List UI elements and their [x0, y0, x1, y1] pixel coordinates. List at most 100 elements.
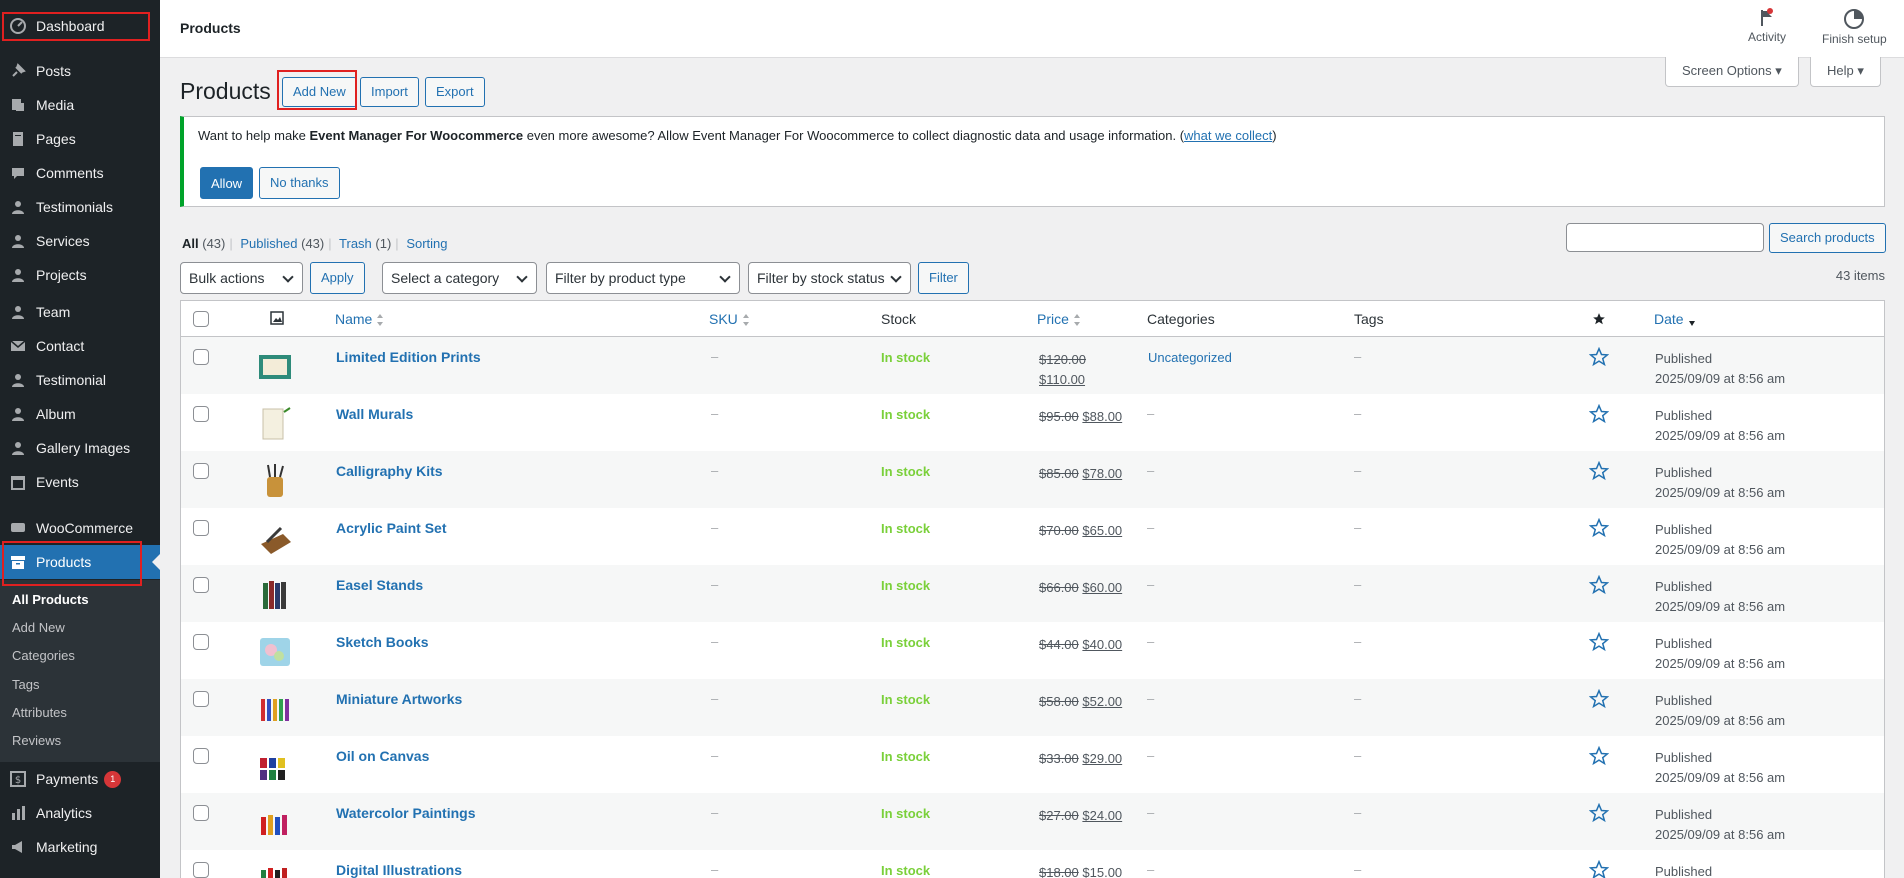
product-name-link[interactable]: Sketch Books: [336, 634, 429, 650]
product-thumbnail[interactable]: [257, 406, 293, 442]
menu-payments[interactable]: $ Payments 1: [0, 762, 160, 796]
menu-contact[interactable]: Contact: [0, 329, 160, 363]
column-sku[interactable]: SKU: [709, 311, 750, 327]
row-checkbox[interactable]: [193, 577, 209, 593]
column-name[interactable]: Name: [335, 311, 384, 327]
menu-gallery-images[interactable]: Gallery Images: [0, 431, 160, 465]
product-thumbnail[interactable]: [257, 748, 293, 784]
add-new-button[interactable]: Add New: [282, 77, 357, 107]
featured-star-icon[interactable]: [1589, 689, 1609, 709]
product-thumbnail[interactable]: [257, 691, 293, 727]
featured-star-icon[interactable]: [1589, 803, 1609, 823]
menu-label: Contact: [36, 338, 85, 354]
bulk-actions-select[interactable]: Bulk actions: [180, 262, 303, 294]
product-thumbnail[interactable]: [257, 577, 293, 613]
row-checkbox[interactable]: [193, 463, 209, 479]
featured-star-icon[interactable]: [1589, 518, 1609, 538]
row-checkbox[interactable]: [193, 805, 209, 821]
menu-analytics[interactable]: Analytics: [0, 796, 160, 830]
product-name-link[interactable]: Watercolor Paintings: [336, 805, 476, 821]
featured-star-icon[interactable]: [1589, 461, 1609, 481]
product-name-link[interactable]: Miniature Artworks: [336, 691, 462, 707]
activity-button[interactable]: Activity: [1748, 8, 1786, 44]
submenu-tags[interactable]: Tags: [12, 677, 39, 692]
import-button[interactable]: Import: [360, 77, 419, 107]
menu-team[interactable]: Team: [0, 295, 160, 329]
product-thumbnail[interactable]: [257, 862, 293, 878]
menu-services[interactable]: Services: [0, 224, 160, 258]
product-name-link[interactable]: Wall Murals: [336, 406, 413, 422]
product-name-link[interactable]: Acrylic Paint Set: [336, 520, 447, 536]
submenu-reviews[interactable]: Reviews: [12, 733, 61, 748]
category-link[interactable]: Uncategorized: [1148, 350, 1232, 365]
product-name-link[interactable]: Calligraphy Kits: [336, 463, 443, 479]
search-input[interactable]: [1566, 223, 1764, 252]
featured-star-icon[interactable]: [1589, 632, 1609, 652]
menu-products[interactable]: Products: [0, 545, 160, 579]
select-all-checkbox[interactable]: [193, 311, 209, 327]
submenu-all-products[interactable]: All Products: [12, 592, 89, 607]
sort-desc-icon: [1688, 321, 1695, 327]
product-type-select[interactable]: Filter by product type: [546, 262, 740, 294]
product-name-link[interactable]: Digital Illustrations: [336, 862, 462, 878]
row-checkbox[interactable]: [193, 634, 209, 650]
column-price[interactable]: Price: [1037, 311, 1081, 327]
row-checkbox[interactable]: [193, 862, 209, 878]
menu-marketing[interactable]: Marketing: [0, 830, 160, 864]
help-button[interactable]: Help ▾: [1810, 57, 1881, 87]
product-thumbnail[interactable]: [257, 805, 293, 841]
row-checkbox[interactable]: [193, 691, 209, 707]
sku-value: –: [711, 748, 719, 763]
view-trash[interactable]: Trash (1): [339, 236, 391, 251]
apply-button[interactable]: Apply: [310, 262, 365, 294]
menu-posts[interactable]: Posts: [0, 54, 160, 88]
row-checkbox[interactable]: [193, 406, 209, 422]
product-name-link[interactable]: Easel Stands: [336, 577, 423, 593]
featured-column-star-icon[interactable]: [1592, 312, 1606, 329]
menu-comments[interactable]: Comments: [0, 156, 160, 190]
featured-star-icon[interactable]: [1589, 860, 1609, 878]
view-sorting[interactable]: Sorting: [406, 236, 447, 251]
price-value: $27.00 $24.00: [1039, 808, 1123, 823]
featured-star-icon[interactable]: [1589, 347, 1609, 367]
search-products-button[interactable]: Search products: [1769, 223, 1886, 253]
row-checkbox[interactable]: [193, 748, 209, 764]
submenu-categories[interactable]: Categories: [12, 648, 75, 663]
view-all[interactable]: All (43): [182, 236, 225, 251]
category-select[interactable]: Select a category: [382, 262, 537, 294]
menu-projects[interactable]: Projects: [0, 258, 160, 292]
menu-testimonial[interactable]: Testimonial: [0, 363, 160, 397]
product-thumbnail[interactable]: [257, 634, 293, 670]
menu-testimonials[interactable]: Testimonials: [0, 190, 160, 224]
filter-button[interactable]: Filter: [918, 262, 969, 294]
menu-dashboard[interactable]: Dashboard: [0, 9, 160, 43]
product-thumbnail[interactable]: [257, 520, 293, 556]
finish-setup-button[interactable]: Finish setup: [1822, 8, 1887, 46]
export-button[interactable]: Export: [425, 77, 485, 107]
product-name-link[interactable]: Limited Edition Prints: [336, 349, 481, 365]
row-checkbox[interactable]: [193, 349, 209, 365]
featured-star-icon[interactable]: [1589, 404, 1609, 424]
screen-options-button[interactable]: Screen Options ▾: [1665, 57, 1799, 87]
featured-star-icon[interactable]: [1589, 575, 1609, 595]
featured-star-icon[interactable]: [1589, 746, 1609, 766]
product-thumbnail[interactable]: [257, 463, 293, 499]
what-we-collect-link[interactable]: what we collect: [1184, 128, 1272, 143]
menu-woocommerce[interactable]: WooCommerce: [0, 511, 160, 545]
media-icon: [12, 99, 24, 111]
stock-status-select[interactable]: Filter by stock status: [748, 262, 911, 294]
submenu-attributes[interactable]: Attributes: [12, 705, 67, 720]
menu-media[interactable]: Media: [0, 88, 160, 122]
no-thanks-button[interactable]: No thanks: [259, 167, 340, 199]
view-published[interactable]: Published (43): [240, 236, 324, 251]
product-thumbnail[interactable]: [257, 349, 293, 385]
person-icon: [12, 442, 24, 455]
row-checkbox[interactable]: [193, 520, 209, 536]
submenu-add-new[interactable]: Add New: [12, 620, 65, 635]
menu-events[interactable]: Events: [0, 465, 160, 499]
allow-button[interactable]: Allow: [200, 167, 254, 199]
menu-album[interactable]: Album: [0, 397, 160, 431]
column-date[interactable]: Date: [1654, 311, 1696, 327]
product-name-link[interactable]: Oil on Canvas: [336, 748, 429, 764]
menu-pages[interactable]: Pages: [0, 122, 160, 156]
